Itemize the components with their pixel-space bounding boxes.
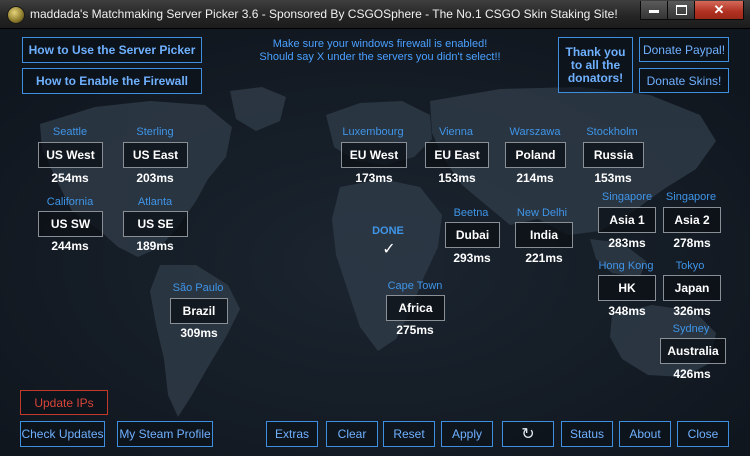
server-africa[interactable]: Africa bbox=[386, 295, 445, 321]
update-ips-button[interactable]: Update IPs bbox=[20, 390, 108, 415]
server-eu-west[interactable]: EU West bbox=[341, 142, 407, 168]
city-label-singapore-2: Singapore bbox=[665, 191, 717, 203]
ping-us-se: 189ms bbox=[136, 239, 174, 253]
ping-asia-2: 278ms bbox=[673, 236, 711, 250]
server-india[interactable]: India bbox=[515, 222, 573, 248]
city-label-stockholm: Stockholm bbox=[586, 126, 638, 138]
minimize-icon bbox=[649, 10, 659, 13]
ping-russia: 153ms bbox=[594, 171, 632, 185]
server-poland[interactable]: Poland bbox=[505, 142, 566, 168]
city-label-vienna: Vienna bbox=[438, 126, 474, 138]
city-label-sao-paulo: São Paulo bbox=[172, 282, 224, 294]
city-label-new-delhi: New Delhi bbox=[516, 207, 568, 219]
city-label-singapore-1: Singapore bbox=[601, 191, 653, 203]
server-asia-1[interactable]: Asia 1 bbox=[598, 207, 656, 233]
how-to-use-button[interactable]: How to Use the Server Picker bbox=[22, 37, 202, 63]
clear-button[interactable]: Clear bbox=[326, 421, 378, 447]
server-dubai[interactable]: Dubai bbox=[445, 222, 500, 248]
server-hk[interactable]: HK bbox=[598, 275, 656, 301]
my-steam-profile-button[interactable]: My Steam Profile bbox=[117, 421, 213, 447]
server-japan[interactable]: Japan bbox=[663, 275, 721, 301]
app-window: maddada's Matchmaking Server Picker 3.6 … bbox=[0, 0, 750, 456]
thank-you-donators-button[interactable]: Thank you to all the donators! bbox=[558, 37, 633, 93]
server-brazil[interactable]: Brazil bbox=[170, 298, 228, 324]
server-us-west[interactable]: US West bbox=[38, 142, 103, 168]
city-label-sydney: Sydney bbox=[672, 323, 710, 335]
donate-paypal-button[interactable]: Donate Paypal! bbox=[639, 37, 729, 62]
close-window-button[interactable]: ✕ bbox=[694, 1, 744, 20]
about-button[interactable]: About bbox=[619, 421, 671, 447]
refresh-icon: ↻ bbox=[521, 426, 535, 443]
city-label-seattle: Seattle bbox=[52, 126, 88, 138]
ping-asia-1: 283ms bbox=[608, 236, 646, 250]
ping-brazil: 309ms bbox=[180, 326, 218, 340]
close-icon: ✕ bbox=[713, 2, 725, 17]
city-label-cape-town: Cape Town bbox=[387, 280, 443, 292]
ping-eu-west: 173ms bbox=[355, 171, 393, 185]
title-bar[interactable]: maddada's Matchmaking Server Picker 3.6 … bbox=[0, 0, 750, 29]
city-label-luxembourg: Luxembourg bbox=[342, 126, 404, 138]
how-to-firewall-button[interactable]: How to Enable the Firewall bbox=[22, 68, 202, 94]
reset-button[interactable]: Reset bbox=[383, 421, 435, 447]
window-title: maddada's Matchmaking Server Picker 3.6 … bbox=[30, 7, 618, 21]
city-label-atlanta: Atlanta bbox=[137, 196, 173, 208]
notice-line-1: Make sure your windows firewall is enabl… bbox=[272, 38, 488, 50]
ping-india: 221ms bbox=[525, 251, 563, 265]
ping-africa: 275ms bbox=[396, 323, 434, 337]
ping-dubai: 293ms bbox=[453, 251, 491, 265]
city-label-warszawa: Warszawa bbox=[509, 126, 561, 138]
close-button[interactable]: Close bbox=[677, 421, 729, 447]
apply-button[interactable]: Apply bbox=[441, 421, 493, 447]
minimize-button[interactable] bbox=[640, 1, 668, 20]
server-us-east[interactable]: US East bbox=[123, 142, 188, 168]
ping-poland: 214ms bbox=[516, 171, 554, 185]
ping-japan: 326ms bbox=[673, 304, 711, 318]
status-button[interactable]: Status bbox=[561, 421, 613, 447]
ping-us-west: 254ms bbox=[51, 171, 89, 185]
refresh-button[interactable]: ↻ bbox=[502, 421, 554, 447]
server-eu-east[interactable]: EU East bbox=[425, 142, 489, 168]
status-done-label: DONE bbox=[372, 225, 404, 237]
maximize-icon bbox=[675, 5, 687, 15]
main-panel: How to Use the Server Picker How to Enab… bbox=[0, 29, 750, 456]
check-icon: ✓ bbox=[382, 241, 396, 258]
check-updates-button[interactable]: Check Updates bbox=[20, 421, 105, 447]
city-label-hong-kong: Hong Kong bbox=[598, 260, 654, 272]
notice-line-2: Should say X under the servers you didn'… bbox=[259, 51, 501, 63]
maximize-button[interactable] bbox=[667, 1, 695, 20]
ping-us-sw: 244ms bbox=[51, 239, 89, 253]
ping-hk: 348ms bbox=[608, 304, 646, 318]
server-us-sw[interactable]: US SW bbox=[38, 211, 103, 237]
server-us-se[interactable]: US SE bbox=[123, 211, 188, 237]
city-label-tokyo: Tokyo bbox=[675, 260, 705, 272]
app-logo-icon bbox=[7, 6, 25, 24]
server-australia[interactable]: Australia bbox=[660, 338, 726, 364]
ping-us-east: 203ms bbox=[136, 171, 174, 185]
server-russia[interactable]: Russia bbox=[583, 142, 644, 168]
city-label-california: California bbox=[46, 196, 94, 208]
ping-eu-east: 153ms bbox=[438, 171, 476, 185]
city-label-beetna: Beetna bbox=[453, 207, 489, 219]
city-label-sterling: Sterling bbox=[136, 126, 174, 138]
firewall-notice: Make sure your windows firewall is enabl… bbox=[240, 38, 520, 64]
extras-button[interactable]: Extras bbox=[266, 421, 318, 447]
server-asia-2[interactable]: Asia 2 bbox=[663, 207, 721, 233]
ping-australia: 426ms bbox=[673, 367, 711, 381]
donate-skins-button[interactable]: Donate Skins! bbox=[639, 68, 729, 93]
